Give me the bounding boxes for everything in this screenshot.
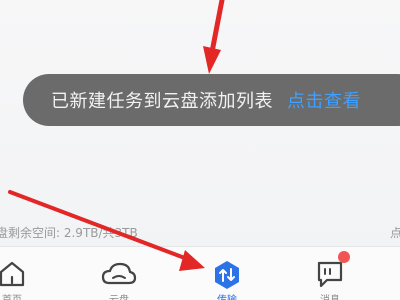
transfer-icon	[211, 259, 243, 295]
tab-home-label: 首页	[0, 291, 42, 300]
message-badge	[338, 251, 350, 263]
storage-action-link[interactable]: 点	[390, 224, 400, 241]
task-created-toast: 已新建任务到云盘添加列表 点击查看	[23, 74, 400, 126]
tab-home[interactable]: 首页	[0, 247, 42, 300]
bottom-tab-bar: 首页 云盘 传输	[0, 246, 400, 300]
cloud-icon	[100, 259, 138, 291]
tab-transfer-label: 传输	[197, 291, 257, 300]
toast-message: 已新建任务到云盘添加列表	[51, 91, 273, 112]
tab-messages[interactable]: 消息	[300, 247, 360, 300]
storage-info-row: 盘剩余空间: 2.9TB/共3TB 点	[0, 224, 400, 242]
tab-cloud[interactable]: 云盘	[89, 247, 149, 300]
app-screen: 已新建任务到云盘添加列表 点击查看 盘剩余空间: 2.9TB/共3TB 点 首页	[0, 0, 400, 300]
tab-cloud-label: 云盘	[89, 291, 149, 300]
tab-messages-label: 消息	[300, 291, 360, 300]
storage-remaining-text: 盘剩余空间: 2.9TB/共3TB	[0, 226, 138, 240]
home-icon	[0, 259, 27, 291]
message-icon	[315, 259, 345, 293]
toast-view-link[interactable]: 点击查看	[287, 87, 361, 113]
tab-transfer[interactable]: 传输	[197, 247, 257, 300]
